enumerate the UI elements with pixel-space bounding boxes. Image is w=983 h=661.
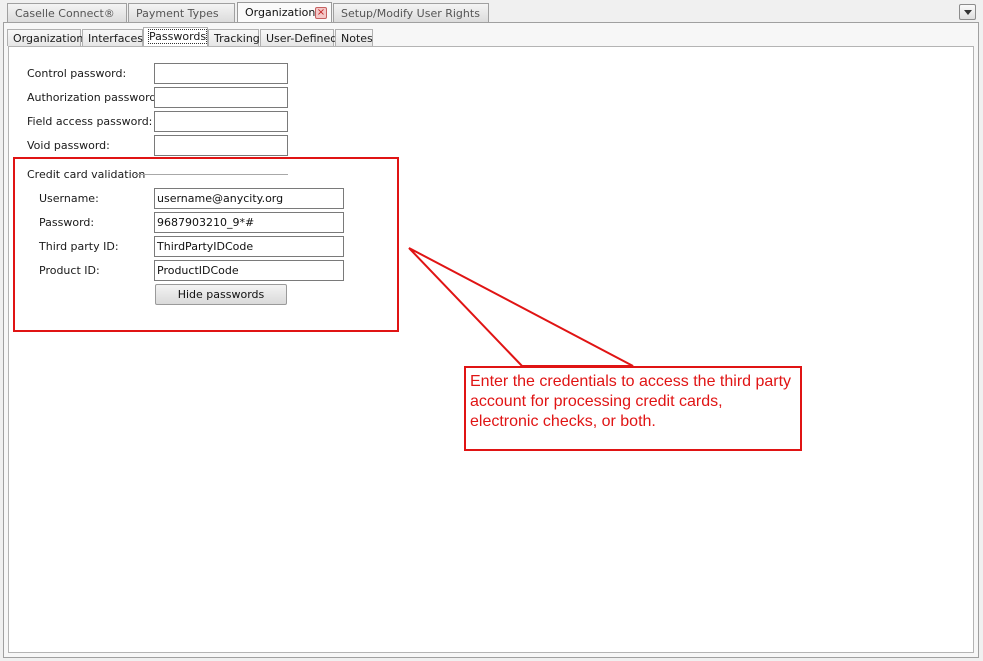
callout-pointer (408, 247, 634, 367)
callout-box: Enter the credentials to access the thir… (464, 366, 802, 451)
callout-text: Enter the credentials to access the thir… (470, 373, 792, 430)
